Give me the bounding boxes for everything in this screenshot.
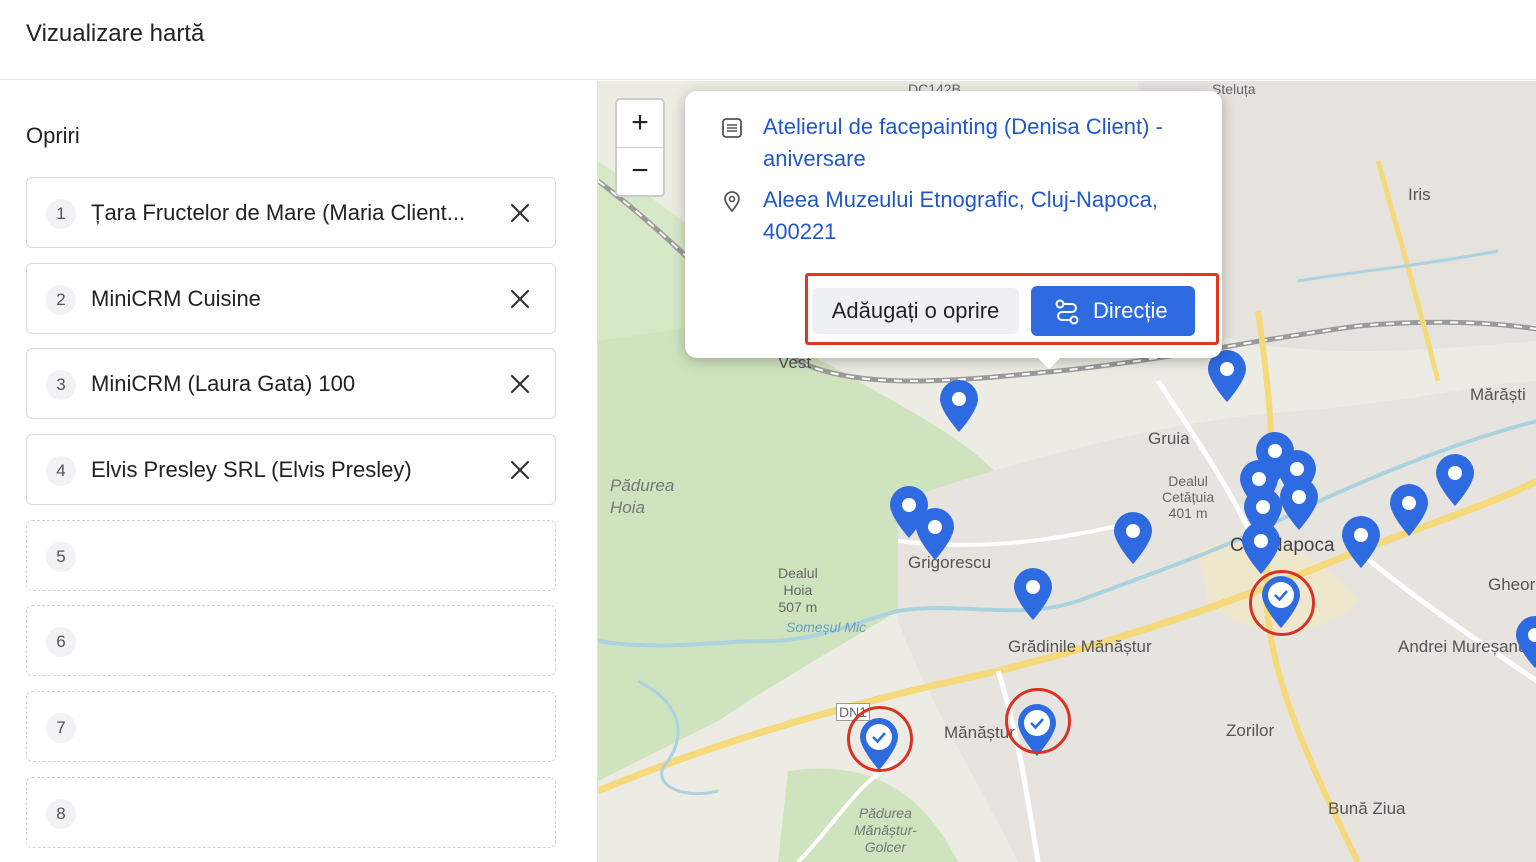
map-label-buna-ziua: Bună Ziua	[1328, 799, 1406, 818]
empty-stop-slot[interactable]: 8	[26, 777, 556, 848]
map-pin[interactable]	[1434, 453, 1476, 507]
close-icon[interactable]	[507, 371, 533, 397]
close-icon[interactable]	[507, 200, 533, 226]
stop-number: 1	[46, 199, 76, 229]
map-label-padurea-hoia: Pădurea Hoia	[610, 476, 675, 517]
document-icon	[722, 118, 742, 138]
zoom-control: + −	[615, 98, 665, 197]
map-label-gheorgheni: Gheorgheni	[1488, 575, 1536, 594]
stops-heading: Opriri	[26, 123, 80, 148]
close-icon[interactable]	[507, 286, 533, 312]
map-label-gradinile-manastur: Grădinile Mănăștur	[1008, 637, 1152, 656]
map-pin[interactable]	[1240, 521, 1282, 575]
stop-number: 7	[46, 713, 76, 743]
map-pin[interactable]	[1012, 567, 1054, 621]
popup-tip	[1035, 355, 1063, 369]
popup-title-link[interactable]: Atelierul de facepainting (Denisa Client…	[763, 111, 1203, 175]
empty-stop-slot[interactable]: 6	[26, 605, 556, 676]
map-label-marasti: Mărăști	[1470, 385, 1526, 404]
directions-button[interactable]: Direcție	[1031, 286, 1195, 336]
map-pin[interactable]	[1340, 515, 1382, 569]
stop-name: MiniCRM (Laura Gata) 100	[91, 371, 356, 396]
directions-label: Direcție	[1093, 298, 1168, 323]
zoom-out-button[interactable]: −	[617, 147, 663, 194]
popup-address-row: Aleea Muzeului Etnografic, Cluj-Napoca, …	[721, 184, 1201, 248]
stop-item[interactable]: 4 Elvis Presley SRL (Elvis Presley)	[26, 434, 556, 505]
map-label-manastur: Mănăștur	[944, 723, 1015, 742]
stop-number: 3	[46, 370, 76, 400]
map-pin[interactable]	[1278, 477, 1320, 531]
map-pin[interactable]	[1112, 511, 1154, 565]
map-pin[interactable]	[1514, 615, 1536, 669]
route-icon	[1055, 299, 1079, 325]
page-title: Vizualizare hartă	[26, 20, 205, 47]
map-label-iris: Iris	[1408, 185, 1431, 204]
map-label-padurea-manastur: Pădurea Mănăștur- Golcer	[854, 805, 917, 855]
map-label-gruia: Gruia	[1148, 429, 1190, 448]
stop-number: 5	[46, 542, 76, 572]
map-label-dealul-cetatuia: Dealul Cetățuia 401 m	[1162, 473, 1215, 521]
stop-item[interactable]: 2 MiniCRM Cuisine	[26, 263, 556, 334]
empty-stop-slot[interactable]: 5	[26, 520, 556, 591]
map-label-andrei-muresanu: Andrei Mureșanu	[1398, 637, 1528, 656]
close-icon[interactable]	[507, 457, 533, 483]
map-label-zorilor: Zorilor	[1226, 721, 1275, 740]
stop-number: 2	[46, 285, 76, 315]
selected-highlight	[847, 706, 913, 772]
add-stop-button[interactable]: Adăugați o oprire	[812, 288, 1019, 334]
zoom-in-button[interactable]: +	[617, 100, 663, 147]
location-popup: Atelierul de facepainting (Denisa Client…	[685, 91, 1222, 369]
map-pin[interactable]	[914, 507, 956, 561]
stop-number: 4	[46, 456, 76, 486]
empty-stop-slot[interactable]: 7	[26, 691, 556, 762]
stop-item[interactable]: 3 MiniCRM (Laura Gata) 100	[26, 348, 556, 419]
selected-highlight	[1249, 570, 1315, 636]
stop-name: Elvis Presley SRL (Elvis Presley)	[91, 457, 412, 482]
map-pin[interactable]	[1388, 483, 1430, 537]
popup-title-row: Atelierul de facepainting (Denisa Client…	[721, 111, 1201, 175]
stop-number: 8	[46, 799, 76, 829]
top-bar: Vizualizare hartă	[0, 0, 1536, 80]
stop-item[interactable]: 1 Țara Fructelor de Mare (Maria Client..…	[26, 177, 556, 248]
location-icon	[724, 191, 740, 212]
popup-address-link[interactable]: Aleea Muzeului Etnografic, Cluj-Napoca, …	[763, 184, 1203, 248]
stop-name: MiniCRM Cuisine	[91, 286, 261, 311]
map-view[interactable]: Iris Gruia Dealul Cetățuia 401 m Cluj-Na…	[597, 81, 1536, 862]
map-label-somesul-mic: Someșul Mic	[786, 619, 867, 635]
stop-name: Țara Fructelor de Mare (Maria Client...	[91, 200, 466, 225]
map-label-dealul-hoia: Dealul Hoia 507 m	[778, 565, 818, 615]
map-pin[interactable]	[938, 379, 980, 433]
stops-sidebar: Opriri 1 Țara Fructelor de Mare (Maria C…	[0, 81, 597, 862]
selected-highlight	[1005, 688, 1071, 754]
stop-number: 6	[46, 627, 76, 657]
